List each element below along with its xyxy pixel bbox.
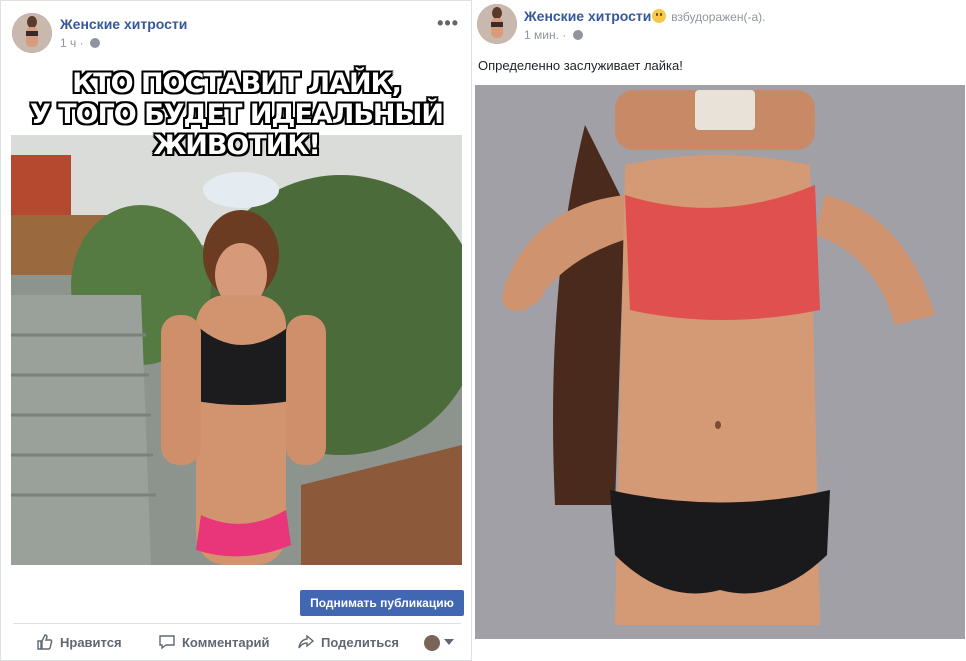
- right-post: Женские хитрости взбудоражен(-а). 1 мин.…: [473, 0, 966, 661]
- comment-label: Комментарий: [182, 635, 270, 650]
- actions-divider: [13, 623, 461, 624]
- post-time[interactable]: 1 ч: [60, 36, 76, 50]
- image-caption-line-2: У ТОГО БУДЕТ ИДЕАЛЬНЫЙ ЖИВОТИК!: [29, 99, 444, 161]
- boost-post-button[interactable]: Поднимать публикацию: [300, 590, 464, 616]
- like-label: Нравится: [60, 635, 122, 650]
- post-time-right[interactable]: 1 мин.: [524, 28, 559, 42]
- post-author[interactable]: Женские хитрости: [60, 16, 187, 32]
- post-actions-bar: Нравится Комментарий Поделиться: [1, 630, 473, 656]
- post-author-right[interactable]: Женские хитрости: [524, 8, 651, 24]
- thumbs-up-icon: [36, 633, 54, 651]
- post-as-avatar[interactable]: [424, 635, 440, 651]
- post-text: Определенно заслуживает лайка!: [478, 58, 683, 73]
- globe-icon: [89, 38, 100, 48]
- chevron-down-icon[interactable]: [444, 639, 454, 645]
- post-meta: 1 ч ·: [60, 36, 100, 50]
- smiling-face-emoji: [652, 9, 667, 23]
- right-post-header: Женские хитрости взбудоражен(-а).: [524, 8, 765, 24]
- comment-icon: [158, 633, 176, 651]
- feeling-status[interactable]: взбудоражен(-а).: [671, 10, 765, 24]
- left-post-card: Женские хитрости 1 ч · ••• КТО ПОСТАВИТ …: [0, 0, 472, 661]
- like-button[interactable]: Нравится: [36, 630, 122, 656]
- page-avatar[interactable]: [12, 13, 52, 53]
- image-caption-line-1: КТО ПОСТАВИТ ЛАЙК,: [72, 68, 402, 99]
- share-label: Поделиться: [321, 635, 400, 650]
- page-avatar-right[interactable]: [477, 4, 517, 44]
- post-image[interactable]: КТО ПОСТАВИТ ЛАЙК, У ТОГО БУДЕТ ИДЕАЛЬНЫ…: [11, 65, 462, 565]
- image-caption-band: КТО ПОСТАВИТ ЛАЙК, У ТОГО БУДЕТ ИДЕАЛЬНЫ…: [11, 65, 462, 161]
- selfie-photo: [475, 85, 965, 639]
- comment-button[interactable]: Комментарий: [158, 630, 270, 656]
- share-button[interactable]: Поделиться: [297, 630, 399, 656]
- more-options-button[interactable]: •••: [437, 13, 459, 34]
- post-photo-right[interactable]: [475, 85, 965, 639]
- globe-icon: [572, 30, 583, 40]
- share-arrow-icon: [297, 633, 315, 651]
- post-meta-right: 1 мин. ·: [524, 28, 583, 42]
